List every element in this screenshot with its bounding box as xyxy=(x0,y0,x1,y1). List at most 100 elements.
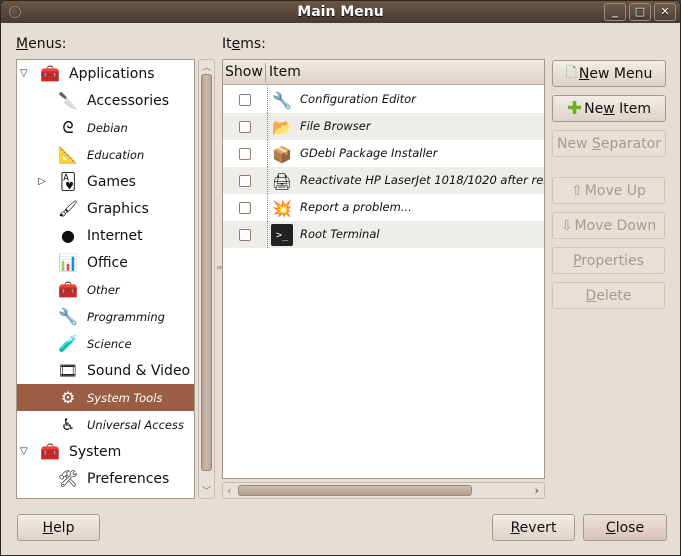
column-separator xyxy=(265,63,266,82)
tree-line xyxy=(267,113,268,140)
tree-item-label: Accessories xyxy=(87,92,170,109)
menus-tree[interactable]: ▽ 🧰 Applications 🔪 Accessories ᘓ Debian 📐 Educat… xyxy=(16,59,195,499)
column-item[interactable]: Item xyxy=(269,64,301,80)
item-row[interactable]: 💥 Report a problem... xyxy=(223,194,544,221)
move-up-button[interactable]: ⇧ Move Up xyxy=(552,177,665,204)
items-table[interactable]: Show Item 🔧 Configuration Editor 📂 File Bro… xyxy=(222,59,545,479)
film-music-icon: 🎞 xyxy=(57,361,79,380)
menus-label: Menus: xyxy=(16,36,67,52)
arrow-down-icon: ⇩ xyxy=(560,217,573,234)
arrow-up-icon: ⇧ xyxy=(571,182,583,199)
item-label: Configuration Editor xyxy=(300,92,416,106)
show-checkbox[interactable] xyxy=(239,229,251,241)
menus-tree-scrollbar[interactable]: ︿ ﹀ xyxy=(198,59,215,499)
spreadsheet-icon: 📊 xyxy=(58,253,78,272)
tree-item[interactable]: ⚙ Administration xyxy=(17,492,194,499)
item-label: Reactivate HP LaserJet 1018/1020 after r… xyxy=(300,173,544,187)
minimize-button[interactable]: _ xyxy=(604,3,626,21)
hscroll-thumb[interactable] xyxy=(238,485,472,496)
close-window-button[interactable]: ✕ xyxy=(654,3,676,21)
tree-item-label: Programming xyxy=(87,309,165,324)
tree-item[interactable]: 🖌 Graphics xyxy=(17,195,194,222)
revert-button[interactable]: Revert xyxy=(492,514,575,541)
maximize-button[interactable]: □ xyxy=(629,3,651,21)
properties-button[interactable]: Properties xyxy=(552,247,665,274)
delete-button[interactable]: Delete xyxy=(552,282,665,309)
tree-item[interactable]: 📐 Education xyxy=(17,141,194,168)
tree-item-label: Graphics xyxy=(87,200,149,217)
plus-icon: ✚ xyxy=(567,98,583,119)
show-checkbox[interactable] xyxy=(239,175,251,187)
expander-expanded-icon[interactable]: ▽ xyxy=(20,446,30,457)
scroll-left-arrow[interactable]: ‹ xyxy=(227,483,231,498)
tree-item-label: Science xyxy=(87,336,132,351)
toolbox-icon: 🧰 xyxy=(40,442,60,461)
tree-item-label: System Tools xyxy=(87,390,163,405)
tree-item-label: Sound & Video xyxy=(87,362,191,379)
show-checkbox[interactable] xyxy=(239,94,251,106)
expander-expanded-icon[interactable]: ▽ xyxy=(20,68,30,79)
scroll-thumb[interactable] xyxy=(201,74,212,471)
globe-icon: ● xyxy=(61,226,75,245)
tree-item[interactable]: ⚙ System Tools xyxy=(17,384,194,411)
tree-item-label: Other xyxy=(87,282,120,297)
expander-collapsed-icon[interactable]: ▷ xyxy=(38,176,48,187)
tree-line xyxy=(267,194,268,221)
tree-item[interactable]: 🔪 Accessories xyxy=(17,87,194,114)
playing-cards-icon: 🂱 xyxy=(59,172,77,191)
item-row[interactable]: 📂 File Browser xyxy=(223,113,544,140)
tree-item-label: System xyxy=(69,443,122,460)
paint-brush-icon: 🖌 xyxy=(57,199,79,218)
tree-item-label: Applications xyxy=(69,65,155,82)
tree-item[interactable]: 🛠 Preferences xyxy=(17,465,194,492)
toolbox-icon: 🧰 xyxy=(58,280,78,299)
gear-icon: ⚙ xyxy=(60,388,76,407)
items-table-hscrollbar[interactable]: ‹ › xyxy=(222,482,545,499)
new-item-button[interactable]: ✚ New Item xyxy=(552,95,666,122)
tree-item[interactable]: ▷ 🂱 Games xyxy=(17,168,194,195)
trowel-icon: 🔧 xyxy=(58,307,78,326)
tree-item[interactable]: 🎞 Sound & Video xyxy=(17,357,194,384)
tree-item-label: Internet xyxy=(87,227,143,244)
scroll-down-arrow[interactable]: ﹀ xyxy=(199,484,214,497)
window-menu-button[interactable] xyxy=(9,6,21,18)
items-label: Items: xyxy=(222,36,266,52)
show-checkbox[interactable] xyxy=(239,148,251,160)
tree-item-label: Office xyxy=(87,254,128,271)
debian-swirl-icon: ᘓ xyxy=(62,117,74,137)
item-row[interactable]: >_ Root Terminal xyxy=(223,221,544,248)
toolbox-icon: 🧰 xyxy=(40,64,60,83)
tree-item[interactable]: 🧰 Other xyxy=(17,276,194,303)
tree-item[interactable]: ▽ 🧰 Applications xyxy=(17,60,194,87)
tree-item[interactable]: 🔧 Programming xyxy=(17,303,194,330)
main-menu-window: Main Menu _ □ ✕ Menus: Items: ▽ 🧰 Applicat… xyxy=(0,0,681,556)
show-checkbox[interactable] xyxy=(239,202,251,214)
close-button[interactable]: Close xyxy=(583,514,667,541)
tree-line xyxy=(267,221,268,248)
tree-item[interactable]: ● Internet xyxy=(17,222,194,249)
scroll-up-arrow[interactable]: ︿ xyxy=(199,60,214,73)
tree-item-label: Administration xyxy=(87,498,189,499)
new-menu-button[interactable]: 🗋 New Menu xyxy=(552,60,666,87)
preferences-icon: 🛠 xyxy=(57,469,79,488)
help-button[interactable]: Help xyxy=(17,514,100,541)
flask-icon: 🧪 xyxy=(58,334,78,353)
title-bar: Main Menu _ □ ✕ xyxy=(1,1,680,23)
item-row[interactable]: 🖨 Reactivate HP LaserJet 1018/1020 after … xyxy=(223,167,544,194)
column-show[interactable]: Show xyxy=(225,64,263,80)
new-document-icon: 🗋 xyxy=(565,64,577,81)
tree-item[interactable]: 🧪 Science xyxy=(17,330,194,357)
tree-item[interactable]: ▽ 🧰 System xyxy=(17,438,194,465)
item-row[interactable]: 🔧 Configuration Editor xyxy=(223,86,544,113)
scroll-right-arrow[interactable]: › xyxy=(535,483,539,498)
tree-item[interactable]: ᘓ Debian xyxy=(17,114,194,141)
folder-icon: 📂 xyxy=(272,117,292,137)
item-row[interactable]: 📦 GDebi Package Installer xyxy=(223,140,544,167)
tree-line xyxy=(267,140,268,167)
swiss-knife-icon: 🔪 xyxy=(58,91,78,110)
move-down-button[interactable]: ⇩ Move Down xyxy=(552,212,665,239)
tree-item[interactable]: 📊 Office xyxy=(17,249,194,276)
show-checkbox[interactable] xyxy=(239,121,251,133)
tree-item[interactable]: ♿ Universal Access xyxy=(17,411,194,438)
new-separator-button[interactable]: New Separator xyxy=(552,130,666,157)
